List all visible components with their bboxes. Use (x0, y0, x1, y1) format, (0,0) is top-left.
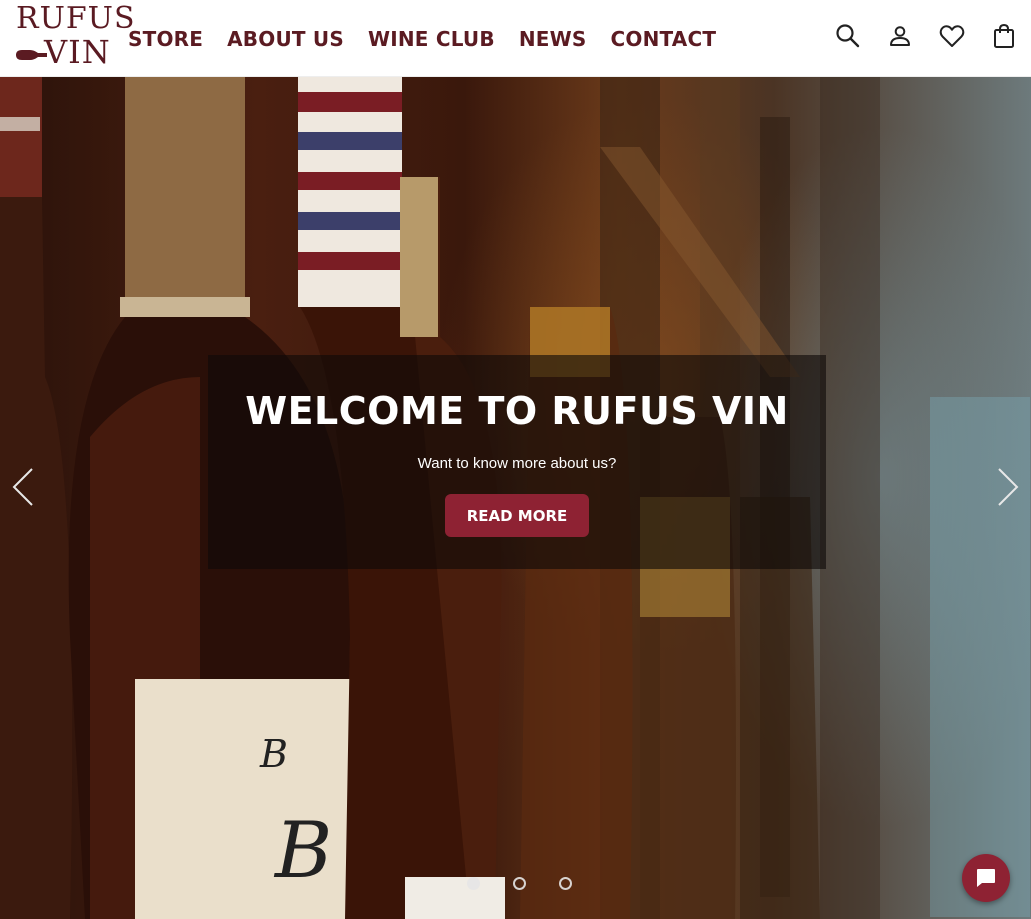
logo-text-line2: VIN (44, 33, 111, 71)
shopping-bag-icon (994, 23, 1014, 48)
chat-bubble-icon (977, 869, 995, 887)
slider-dot-2[interactable] (513, 877, 526, 890)
slider-next-button[interactable] (995, 467, 1021, 507)
search-button[interactable] (832, 20, 864, 52)
chat-button[interactable] (962, 854, 1010, 902)
nav-item-wine-club[interactable]: WINE CLUB (368, 27, 495, 51)
rufus-vin-logo[interactable]: RUFUS VIN (14, 4, 135, 72)
slider-prev-button[interactable] (10, 467, 36, 507)
nav-item-contact[interactable]: CONTACT (610, 27, 716, 51)
nav-item-store[interactable]: STORE (128, 27, 203, 51)
slider-dot-3[interactable] (559, 877, 572, 890)
chevron-right-icon (998, 468, 1019, 506)
slider-dot-1[interactable] (467, 877, 480, 890)
hero-subtitle: Want to know more about us? (417, 455, 617, 472)
hero-title: WELCOME TO RUFUS VIN (245, 389, 789, 433)
wishlist-heart-icon (939, 25, 965, 47)
wishlist-button[interactable] (936, 20, 968, 52)
cart-button[interactable] (988, 20, 1020, 52)
chevron-left-icon (12, 468, 33, 506)
svg-text:B: B (273, 806, 332, 896)
search-icon (836, 24, 860, 48)
logo-text-line1: RUFUS (16, 1, 136, 36)
site-header: RUFUS VIN STORE ABOUT US WINE CLUB NEWS … (0, 0, 1031, 77)
read-more-button[interactable]: READ MORE (445, 494, 589, 537)
account-icon (890, 26, 910, 46)
hero-slider: B B WELCOME TO RUFUS VIN Want to know mo… (0, 77, 1031, 919)
nav-item-news[interactable]: NEWS (519, 27, 587, 51)
svg-text:B: B (259, 732, 288, 776)
main-nav: STORE ABOUT US WINE CLUB NEWS CONTACT (128, 0, 716, 77)
account-button[interactable] (884, 20, 916, 52)
wine-bottle-logo-icon (16, 50, 47, 60)
nav-item-about-us[interactable]: ABOUT US (227, 27, 344, 51)
slider-pagination (466, 877, 576, 891)
